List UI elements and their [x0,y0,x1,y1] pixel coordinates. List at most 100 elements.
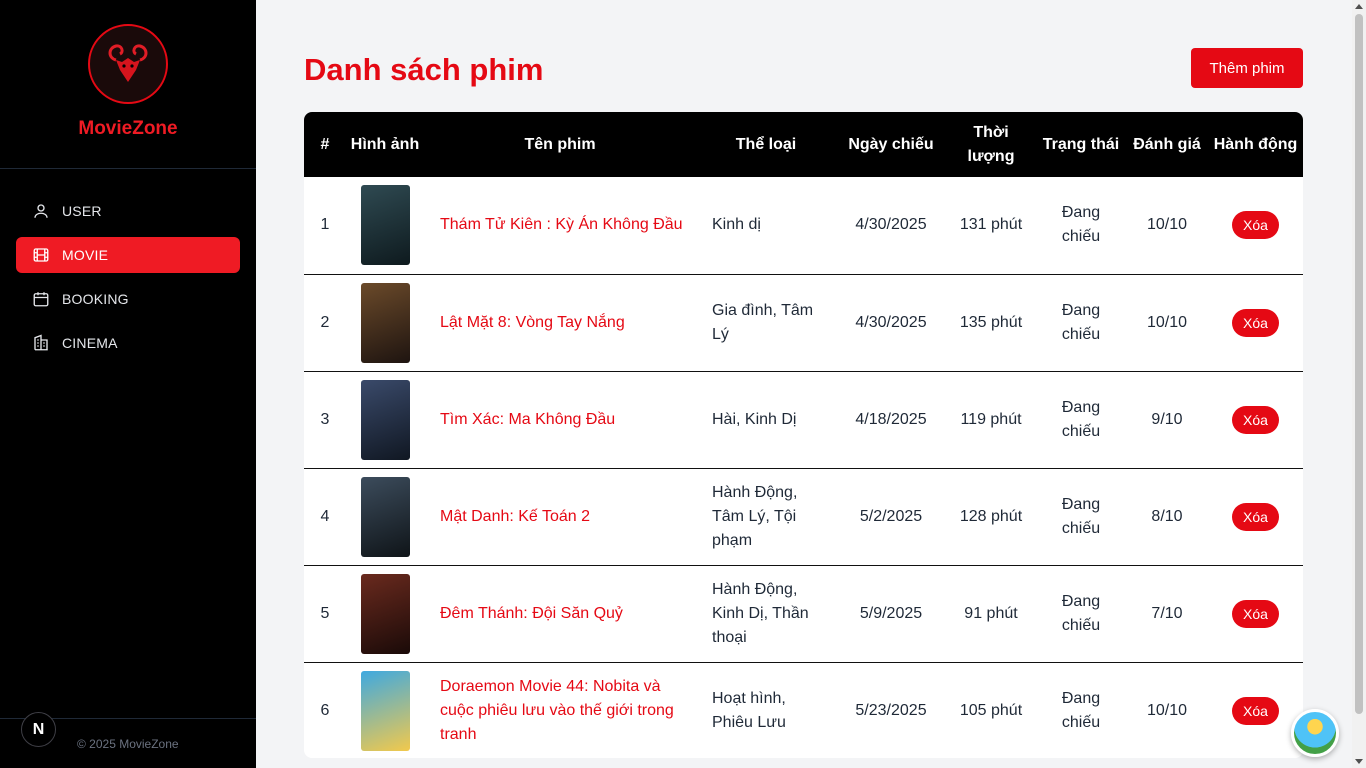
table-row: 4 Mật Danh: Kế Toán 2 Hành Động, Tâm Lý, T… [304,468,1303,565]
action-cell: Xóa [1208,662,1303,758]
duration: 131 phút [959,216,1023,234]
sidebar-nav: USER MOVIE BOOKING CINEMA [0,169,256,361]
rating: 7/10 [1151,604,1183,622]
release-date: 4/30/2025 [855,216,927,234]
delete-button[interactable]: Xóa [1232,696,1279,725]
column-header: Trạng thái [1042,135,1120,153]
column-header: Hành động [1213,135,1298,153]
dev-tools-badge[interactable]: N [21,712,56,747]
movie-poster-image[interactable] [360,282,410,363]
delete-button[interactable]: Xóa [1232,308,1279,337]
release-date: 5/23/2025 [855,701,927,719]
vertical-scrollbar[interactable] [1352,0,1366,768]
delete-button[interactable]: Xóa [1232,405,1279,434]
movie-title-link[interactable]: Mật Danh: Kế Toán 2 [424,468,696,565]
brand-area: MovieZone [0,0,256,169]
calendar-icon [32,290,50,308]
page-title: Danh sách phim [304,52,544,87]
sidebar-item-label: USER [62,203,102,219]
row-index: 2 [320,313,330,331]
poster-cell [346,177,424,274]
row-index: 5 [320,604,330,622]
sidebar-item-booking[interactable]: BOOKING [16,281,240,317]
movie-poster-image[interactable] [360,379,410,460]
row-index: 1 [320,216,330,234]
movie-title-link[interactable]: Thám Tử Kiên : Kỳ Án Không Đầu [424,177,696,274]
sidebar-item-user[interactable]: USER [16,193,240,229]
duration: 91 phút [964,604,1018,622]
column-header: Thể loại [735,135,797,153]
duration: 105 phút [959,701,1023,719]
release-date: 4/30/2025 [855,313,927,331]
movie-genre: Gia đình, Tâm Lý [712,301,814,343]
duration: 119 phút [960,410,1022,428]
main-content: Danh sách phim Thêm phim # Hình ảnh Tên ph… [256,0,1352,768]
duration: 135 phút [959,313,1023,331]
movie-poster-image[interactable] [360,476,410,557]
row-index: 4 [320,507,330,525]
row-index: 3 [320,410,330,428]
duration: 128 phút [959,507,1023,525]
sidebar-item-label: CINEMA [62,335,118,351]
poster-cell [346,371,424,468]
scroll-down-arrow-icon[interactable] [1355,759,1363,764]
ram-logo-icon[interactable] [88,24,168,104]
sidebar-item-movie[interactable]: MOVIE [16,237,240,273]
sidebar-item-label: MOVIE [62,247,109,263]
movie-title-link[interactable]: Đêm Thánh: Đội Săn Quỷ [424,565,696,662]
movie-genre: Kinh dị [712,216,761,234]
action-cell: Xóa [1208,177,1303,274]
table-row: 3 Tìm Xác: Ma Không Đầu Hài, Kinh Dị 4/18/2… [304,371,1303,468]
column-header: Ngày chiếu [848,135,934,153]
movie-genre: Hoạt hình, Phiêu Lưu [712,689,786,731]
poster-cell [346,468,424,565]
movie-title-link[interactable]: Tìm Xác: Ma Không Đầu [424,371,696,468]
scroll-thumb[interactable] [1355,14,1363,714]
status: Đang chiếu [1061,495,1101,537]
copyright-text: © 2025 MovieZone [77,737,179,751]
brand-name: MovieZone [78,118,178,139]
movie-genre: Hài, Kinh Dị [712,410,797,428]
column-header: Đánh giá [1133,135,1201,153]
movie-poster-image[interactable] [360,573,410,654]
movie-title-link[interactable]: Doraemon Movie 44: Nobita và cuộc phiêu … [424,662,696,758]
movie-title-link[interactable]: Lật Mặt 8: Vòng Tay Nắng [424,274,696,371]
delete-button[interactable]: Xóa [1232,502,1279,531]
table-row: 2 Lật Mặt 8: Vòng Tay Nắng Gia đình, Tâm L… [304,274,1303,371]
movie-genre: Hành Động, Kinh Dị, Thần thoại [712,580,809,646]
sidebar: MovieZone USER MOVIE BOOKING CINEMA © 20… [0,0,256,768]
release-date: 5/2/2025 [859,507,923,525]
table-row: 5 Đêm Thánh: Đội Săn Quỷ Hành Động, Kinh D… [304,565,1303,662]
status: Đang chiếu [1061,689,1101,731]
status: Đang chiếu [1061,301,1101,343]
delete-button[interactable]: Xóa [1232,211,1279,240]
poster-cell [346,565,424,662]
sidebar-item-cinema[interactable]: CINEMA [16,325,240,361]
user-icon [32,202,50,220]
table-row: 6 Doraemon Movie 44: Nobita và cuộc phiêu… [304,662,1303,758]
rating: 9/10 [1151,410,1183,428]
add-movie-button[interactable]: Thêm phim [1191,48,1303,88]
rating: 10/10 [1146,313,1188,331]
release-date: 5/9/2025 [859,604,923,622]
sidebar-item-label: BOOKING [62,291,129,307]
status: Đang chiếu [1061,592,1101,634]
building-icon [32,334,50,352]
table-header-row: # Hình ảnh Tên phim Thể loại Ngày chiếu Thời … [304,112,1303,177]
rating: 10/10 [1146,701,1188,719]
delete-button[interactable]: Xóa [1232,599,1279,628]
column-header: # [320,135,330,153]
movie-table: # Hình ảnh Tên phim Thể loại Ngày chiếu Thời … [304,112,1303,758]
movie-genre: Hành Động, Tâm Lý, Tội phạm [712,483,798,549]
rating: 8/10 [1151,507,1183,525]
poster-cell [346,274,424,371]
movie-poster-image[interactable] [360,670,410,751]
movie-poster-image[interactable] [360,185,410,266]
scroll-up-arrow-icon[interactable] [1355,4,1363,9]
column-header: Tên phim [524,135,596,153]
floating-assistant-icon[interactable] [1291,709,1339,757]
column-header: Thời lượng [967,123,1015,165]
table-row: 1 Thám Tử Kiên : Kỳ Án Không Đầu Kinh dị 4/… [304,177,1303,274]
rating: 10/10 [1146,216,1188,234]
column-header: Hình ảnh [350,135,420,153]
